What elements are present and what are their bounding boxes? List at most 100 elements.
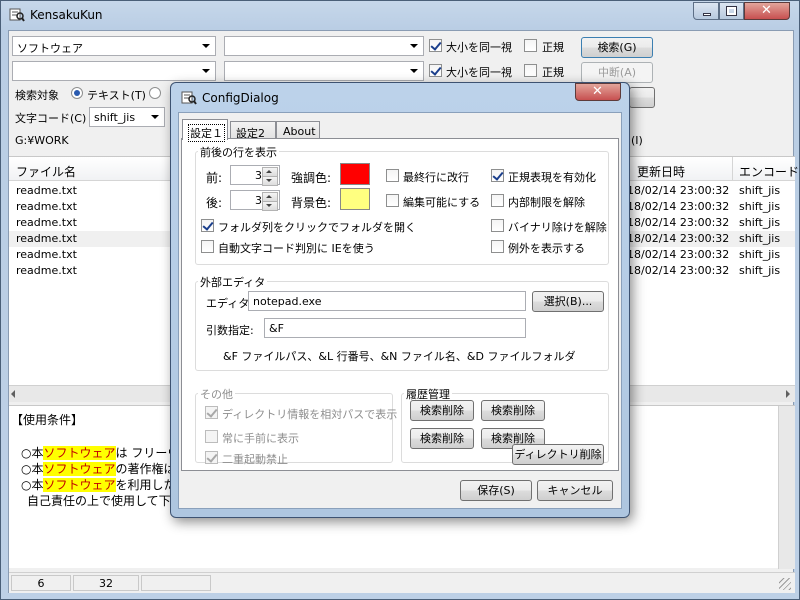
preview-vscrollbar[interactable] <box>778 406 795 569</box>
binary-checkbox[interactable] <box>491 219 504 232</box>
cell-filename: readme.txt <box>16 216 77 229</box>
regex-checkbox-2[interactable] <box>524 64 537 77</box>
cell-filename: readme.txt <box>16 232 77 245</box>
clear-history-button-2[interactable]: 検索削除 <box>481 400 545 421</box>
case-label: 大小を同一視 <box>446 41 512 54</box>
maximize-icon <box>726 6 737 16</box>
tab-about[interactable]: About <box>276 121 320 139</box>
other-group: その他 ディレクトリ情報を相対パスで表示 常に手前に表示 二重起動禁止 <box>195 386 397 466</box>
case-checkbox-2[interactable] <box>429 64 442 77</box>
after-spinner[interactable]: 3 <box>230 190 280 211</box>
search-text-combo-2[interactable] <box>12 61 216 81</box>
cell-enc: shift_jis <box>739 200 781 213</box>
cell-date: 2018/02/14 23:00:32 <box>613 184 730 197</box>
cell-date: 2018/02/14 23:00:32 <box>613 216 730 229</box>
window-title: KensakuKun <box>30 8 103 22</box>
col-updated-header[interactable]: 更新日時 <box>637 163 685 180</box>
status-cell-1: 6 <box>11 575 71 591</box>
highlight-color-label: 強調色: <box>291 171 332 185</box>
close-button[interactable]: ✕ <box>744 2 790 20</box>
partial-button-label[interactable]: (I) <box>631 134 643 147</box>
editor-label: エディタ: <box>206 297 253 310</box>
spin-down-icon[interactable] <box>262 176 278 186</box>
folder-click-checkbox[interactable] <box>201 219 214 232</box>
status-cell-3 <box>141 575 211 591</box>
relative-path-label: ディレクトリ情報を相対パスで表示 <box>222 408 398 421</box>
save-button[interactable]: 保存(S) <box>460 480 532 501</box>
cell-enc: shift_jis <box>739 216 781 229</box>
target-other-radio[interactable] <box>149 87 161 99</box>
topmost-checkbox[interactable] <box>205 430 218 443</box>
context-lines-group: 前後の行を表示 前: 3 後: 3 強調色: 背景色: 最終行に改行 編集可能に… <box>195 144 609 265</box>
regex-checkbox[interactable] <box>524 39 537 52</box>
regex-enable-label: 正規表現を有効化 <box>508 171 596 184</box>
minimize-icon <box>703 13 711 16</box>
regex-enable-checkbox[interactable] <box>491 169 504 182</box>
spin-down-icon[interactable] <box>262 201 278 211</box>
cell-enc: shift_jis <box>739 184 781 197</box>
editable-checkbox[interactable] <box>386 194 399 207</box>
search-button[interactable]: 検索(G) <box>581 37 653 58</box>
nodouble-checkbox[interactable] <box>205 451 218 464</box>
folder-combo[interactable] <box>224 36 424 56</box>
after-label: 後: <box>206 196 223 210</box>
browse-button[interactable]: 選択(B)... <box>532 291 604 312</box>
editable-label: 編集可能にする <box>403 196 481 209</box>
clear-history-button-3[interactable]: 検索削除 <box>410 428 474 449</box>
status-bar: 6 32 <box>9 572 795 593</box>
minimize-button[interactable] <box>693 2 719 20</box>
col-filename-header[interactable]: ファイル名 <box>16 163 76 180</box>
stop-button[interactable]: 中断(A) <box>581 62 653 83</box>
regex-label: 正規 <box>542 41 564 54</box>
case-checkbox[interactable] <box>429 39 442 52</box>
search-text-combo[interactable]: ソフトウェア <box>12 36 216 56</box>
tab-settings1[interactable]: 設定１ <box>182 119 228 142</box>
clear-directory-button[interactable]: ディレクトリ削除 <box>512 444 604 465</box>
dialog-close-button[interactable]: ✕ <box>575 83 621 101</box>
case-label-2: 大小を同一視 <box>446 66 512 79</box>
scroll-left-arrow-icon[interactable] <box>11 390 15 398</box>
clear-history-button-1[interactable]: 検索削除 <box>410 400 474 421</box>
maximize-button[interactable] <box>719 2 744 20</box>
cell-date: 2018/02/14 23:00:32 <box>613 264 730 277</box>
binary-label: バイナリ除けを解除 <box>508 221 607 234</box>
highlight-color-swatch[interactable] <box>340 163 370 185</box>
relative-path-checkbox[interactable] <box>205 406 218 419</box>
lastline-checkbox[interactable] <box>386 169 399 182</box>
preview-heading: 【使用条件】 <box>11 413 84 427</box>
search-text-value: ソフトウェア <box>17 42 83 55</box>
bg-color-swatch[interactable] <box>340 188 370 210</box>
tab-settings2[interactable]: 設定2 <box>230 121 276 140</box>
cell-filename: readme.txt <box>16 264 77 277</box>
autodetect-checkbox[interactable] <box>201 240 214 253</box>
partial-button-top[interactable] <box>629 87 655 108</box>
col-encode-header[interactable]: エンコード <box>739 163 799 180</box>
before-spinner[interactable]: 3 <box>230 165 280 186</box>
regex-label-2: 正規 <box>542 66 564 79</box>
chevron-down-icon <box>410 44 418 48</box>
folder-click-label: フォルダ列をクリックでフォルダを開く <box>218 221 416 234</box>
before-label: 前: <box>206 171 223 185</box>
dialog-app-icon <box>181 91 197 105</box>
editor-input[interactable]: notepad.exe <box>248 291 526 311</box>
internal-limit-checkbox[interactable] <box>491 194 504 207</box>
cell-date: 2018/02/14 23:00:32 <box>613 248 730 261</box>
args-input-value: &F <box>269 322 284 335</box>
close-icon: ✕ <box>761 3 772 18</box>
exception-checkbox[interactable] <box>491 240 504 253</box>
target-text-radio[interactable] <box>71 87 83 99</box>
cell-filename: readme.txt <box>16 200 77 213</box>
scroll-right-arrow-icon[interactable] <box>786 390 790 398</box>
editor-hint: &F ファイルパス、&L 行番号、&N ファイル名、&D ファイルフォルダ <box>223 350 576 363</box>
dialog-title: ConfigDialog <box>202 91 279 105</box>
editor-group-title: 外部エディタ <box>198 274 268 290</box>
tab-settings1-label: 設定１ <box>188 124 225 142</box>
cancel-button[interactable]: キャンセル <box>537 480 613 501</box>
path-text: G:¥WORK <box>15 134 69 147</box>
resize-grip-icon[interactable] <box>779 578 791 590</box>
args-input[interactable]: &F <box>264 318 526 338</box>
encoding-combo[interactable]: shift_jis <box>89 107 165 127</box>
folder-combo-2[interactable] <box>224 61 424 81</box>
internal-limit-label: 内部制限を解除 <box>508 196 585 209</box>
cell-filename: readme.txt <box>16 184 77 197</box>
